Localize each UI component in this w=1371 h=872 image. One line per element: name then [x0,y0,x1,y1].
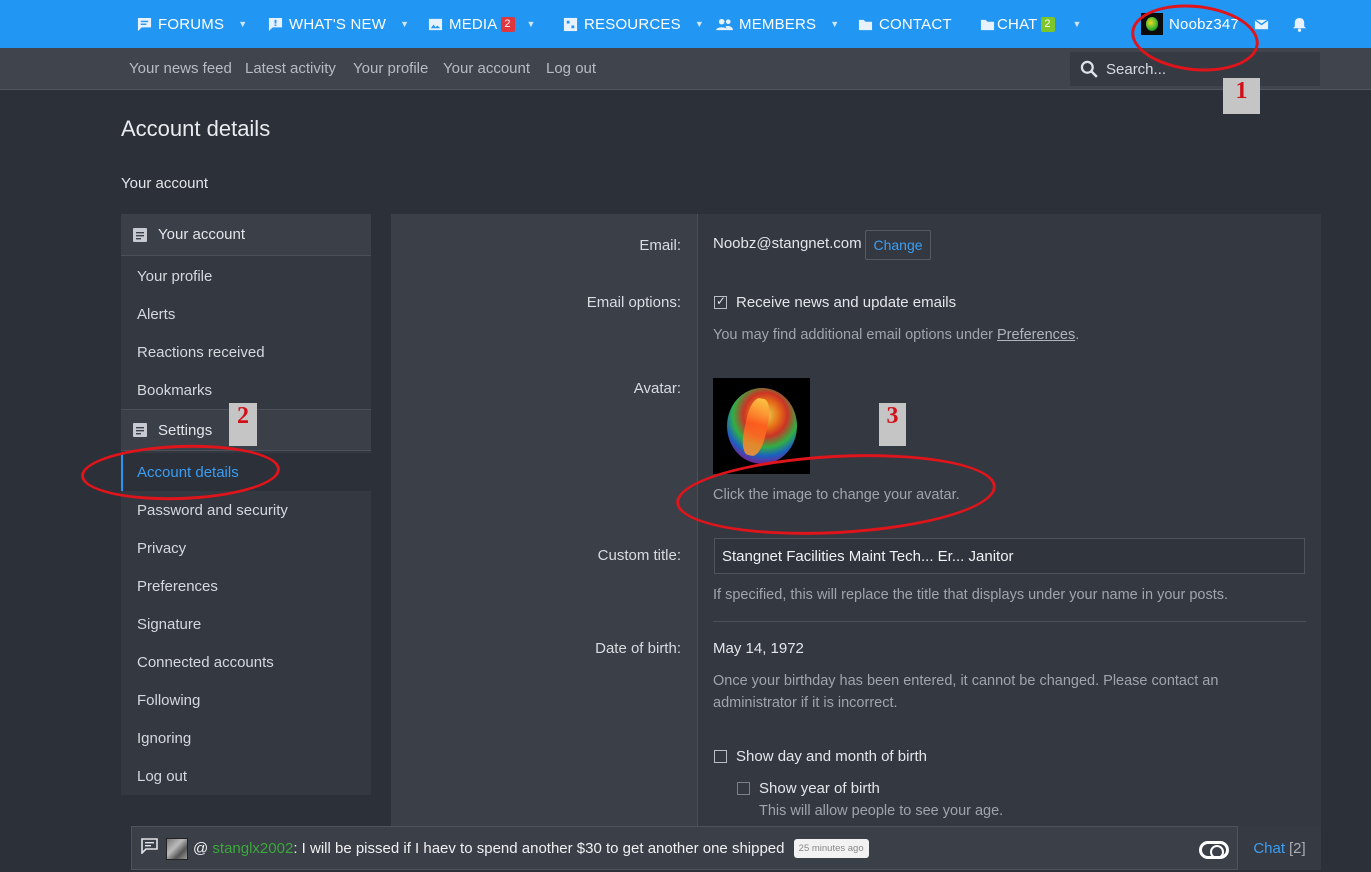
chat-message: @ stanglx2002: I will be pissed if I hae… [193,839,869,858]
sidebar-item-connected-accounts[interactable]: Connected accounts [121,643,371,681]
chevron-down-icon[interactable]: ▼ [400,19,409,29]
dob-hint-line2: administrator if it is incorrect. [713,695,898,711]
show-year-checkbox[interactable] [737,782,750,795]
divider [713,621,1306,622]
receive-news-label[interactable]: Receive news and update emails [736,294,956,311]
custom-title-input[interactable]: Stangnet Facilities Maint Tech... Er... … [714,538,1305,574]
email-label: Email: [639,237,681,254]
preferences-link[interactable]: Preferences [997,327,1075,343]
sidebar-item-privacy[interactable]: Privacy [121,529,371,567]
annotation-label-2: 2 [229,403,257,446]
dob-hint: Once your birthday has been entered, it … [713,670,1218,714]
chevron-down-icon[interactable]: ▼ [238,19,247,29]
bell-icon [1292,17,1307,32]
chat-folder-icon [980,19,995,30]
show-year-label[interactable]: Show year of birth [759,780,880,797]
sidebar-item-ignoring[interactable]: Ignoring [121,719,371,757]
nav-members[interactable]: MEMBERS ▼ [716,0,839,48]
chat-count-badge: 2 [1040,16,1055,32]
chat-text: : I will be pissed if I haev to spend an… [293,840,785,857]
dob-label: Date of birth: [595,640,681,657]
avatar-label: Avatar: [633,380,681,397]
list-icon [133,227,147,242]
envelope-icon [1254,18,1269,29]
link-latest-activity[interactable]: Latest activity [245,60,336,77]
sidebar-item-alerts[interactable]: Alerts [121,295,371,333]
custom-title-hint: If specified, this will replace the titl… [713,587,1229,603]
sidebar-section-your-account: Your account [121,214,371,256]
custom-title-value: Stangnet Facilities Maint Tech... Er... … [722,547,1014,565]
chat-tab-count: [2] [1289,839,1306,857]
change-email-button[interactable]: Change [865,230,931,260]
show-year-hint: This will allow people to see your age. [759,803,1004,819]
annotation-label-3: 3 [879,403,906,446]
dob-hint-line1: Once your birthday has been entered, it … [713,673,1219,689]
chat-bubble-icon[interactable] [141,838,158,854]
resources-icon [563,17,578,31]
nav-contact[interactable]: CONTACT [858,0,952,48]
show-day-month-label[interactable]: Show day and month of birth [736,748,927,765]
annotation-label-1: 1 [1223,78,1260,114]
nav-media-label: MEDIA [449,15,498,33]
chat-tab[interactable]: Chat [2] [1237,826,1321,870]
chevron-down-icon[interactable]: ▼ [1073,19,1082,29]
nav-media[interactable]: MEDIA 2 ▼ [428,0,536,48]
nav-forums[interactable]: FORUMS ▼ [137,0,247,48]
account-sidebar: Your account Your profile Alerts Reactio… [121,214,371,795]
sidebar-item-reactions-received[interactable]: Reactions received [121,333,371,371]
folder-icon [858,19,873,30]
nav-resources-label: RESOURCES [584,15,681,33]
chat-timestamp: 25 minutes ago [793,839,869,858]
nav-chat[interactable]: CHAT 2 ▼ [980,0,1082,48]
link-news-feed[interactable]: Your news feed [129,60,232,77]
whats-new-icon [268,17,283,31]
email-hint-prefix: You may find additional email options un… [713,327,998,343]
avatar[interactable] [166,838,188,860]
sidebar-item-signature[interactable]: Signature [121,605,371,643]
chat-tab-label: Chat [1253,839,1285,857]
media-icon [428,18,443,30]
chat-username[interactable]: stanglx2002 [212,840,293,857]
nav-forums-label: FORUMS [158,15,225,33]
link-log-out[interactable]: Log out [546,60,596,77]
sidebar-section-label: Settings [158,421,213,439]
search-icon [1080,60,1098,78]
nav-members-label: MEMBERS [739,15,817,33]
nav-contact-label: CONTACT [879,15,952,33]
nav-whats-new[interactable]: WHAT'S NEW ▼ [268,0,409,48]
email-options-label: Email options: [586,294,681,311]
dob-value: May 14, 1972 [713,640,804,657]
page-title: Account details [121,116,271,141]
members-icon [716,18,733,30]
list-icon [133,423,147,437]
nav-resources[interactable]: RESOURCES ▼ [563,0,704,48]
receive-news-checkbox[interactable] [714,294,727,309]
sidebar-item-preferences[interactable]: Preferences [121,567,371,605]
forums-icon [137,17,152,31]
custom-title-label: Custom title: [597,547,681,564]
sidebar-section-label: Your account [158,226,246,243]
chevron-down-icon[interactable]: ▼ [527,19,536,29]
show-day-month-checkbox[interactable] [714,750,727,763]
email-options-hint: You may find additional email options un… [713,324,1079,346]
sidebar-item-log-out[interactable]: Log out [121,757,371,795]
chevron-down-icon[interactable]: ▼ [695,19,704,29]
sidebar-item-your-profile[interactable]: Your profile [121,257,371,295]
breadcrumb[interactable]: Your account [121,175,208,192]
email-hint-suffix: . [1075,327,1080,343]
link-your-profile[interactable]: Your profile [353,60,428,77]
link-your-account[interactable]: Your account [443,60,530,77]
chat-at: @ [193,840,209,857]
chevron-down-icon[interactable]: ▼ [830,19,839,29]
sidebar-item-following[interactable]: Following [121,681,371,719]
chat-toggle-switch[interactable] [1199,841,1229,859]
nav-chat-label: CHAT [997,15,1038,33]
search-placeholder: Search... [1106,60,1167,78]
media-count-badge: 2 [500,16,515,32]
nav-whats-new-label: WHAT'S NEW [289,15,387,33]
alerts-button[interactable] [1292,0,1313,48]
email-value: Noobz@stangnet.com [713,235,862,252]
